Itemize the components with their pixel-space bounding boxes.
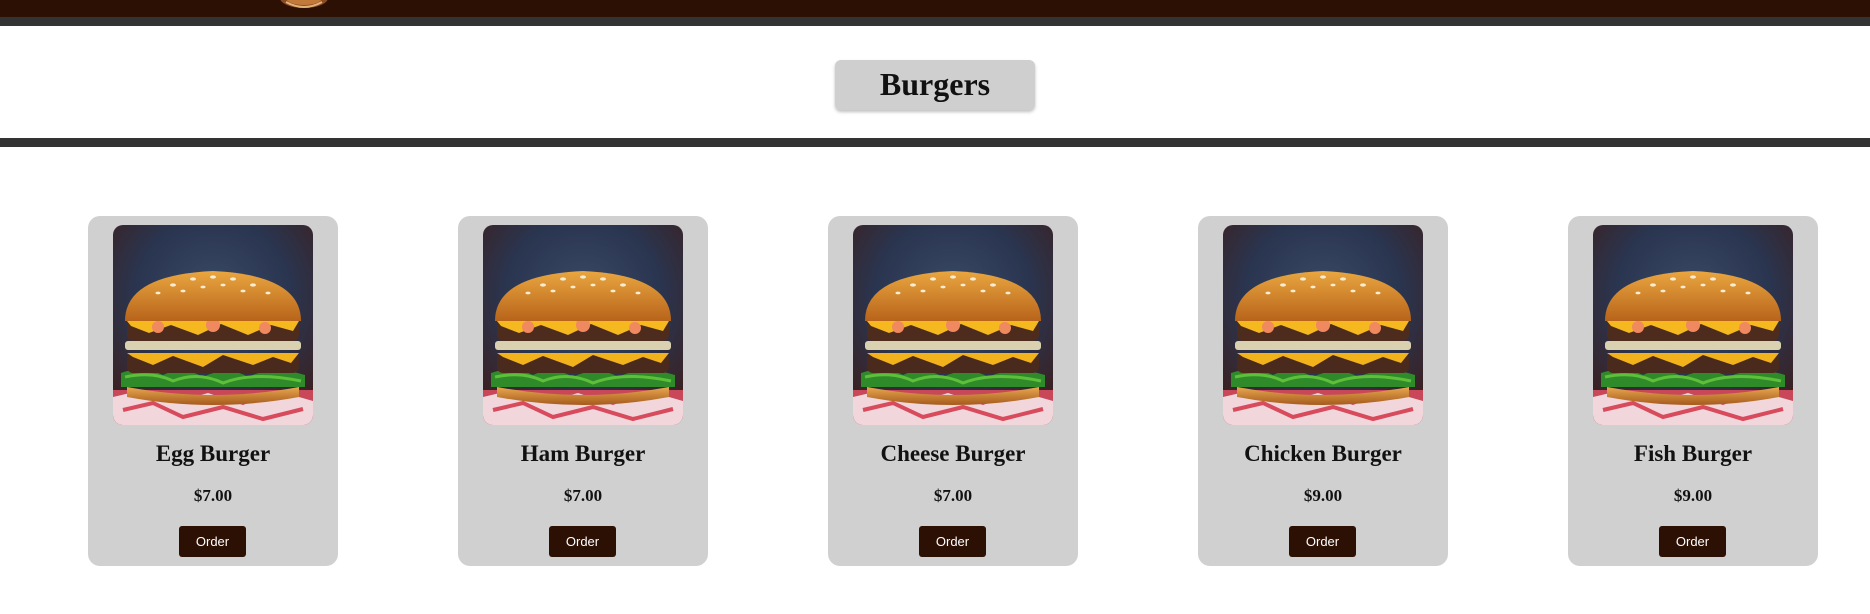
product-name: Fish Burger <box>1633 441 1753 466</box>
product-card: Ham Burger $7.00 Order <box>458 216 708 566</box>
burger-image[interactable] <box>1223 225 1423 425</box>
product-card: Cheese Burger $7.00 Order <box>828 216 1078 566</box>
section-title: Burgers <box>879 66 991 102</box>
order-button[interactable]: Order <box>549 526 616 557</box>
product-card: Fish Burger $9.00 Order <box>1568 216 1818 566</box>
order-button[interactable]: Order <box>1289 526 1356 557</box>
order-button[interactable]: Order <box>919 526 986 557</box>
top-navbar <box>0 0 1870 17</box>
section-header: Burgers <box>0 26 1870 138</box>
product-name: Ham Burger <box>520 441 646 466</box>
burger-image[interactable] <box>483 225 683 425</box>
product-price: $9.00 <box>1673 486 1713 505</box>
product-name: Chicken Burger <box>1244 441 1402 466</box>
product-card: Egg Burger $7.00 Order <box>88 216 338 566</box>
header-divider <box>0 17 1870 26</box>
product-price: $9.00 <box>1303 486 1343 505</box>
product-price: $7.00 <box>563 486 603 505</box>
product-card: Chicken Burger $9.00 Order <box>1198 216 1448 566</box>
product-name: Egg Burger <box>155 441 271 466</box>
product-price: $7.00 <box>193 486 233 505</box>
section-title-box: Burgers <box>834 59 1036 110</box>
order-button[interactable]: Order <box>1659 526 1726 557</box>
burger-image[interactable] <box>1593 225 1793 425</box>
product-price: $7.00 <box>933 486 973 505</box>
burger-image[interactable] <box>853 225 1053 425</box>
product-name: Cheese Burger <box>880 441 1026 466</box>
burger-image[interactable] <box>113 225 313 425</box>
product-grid: Egg Burger $7.00 Order Ham Burger $7.00 … <box>88 216 1870 566</box>
restaurant-logo-icon[interactable] <box>278 0 330 10</box>
order-button[interactable]: Order <box>179 526 246 557</box>
section-divider <box>0 138 1870 147</box>
